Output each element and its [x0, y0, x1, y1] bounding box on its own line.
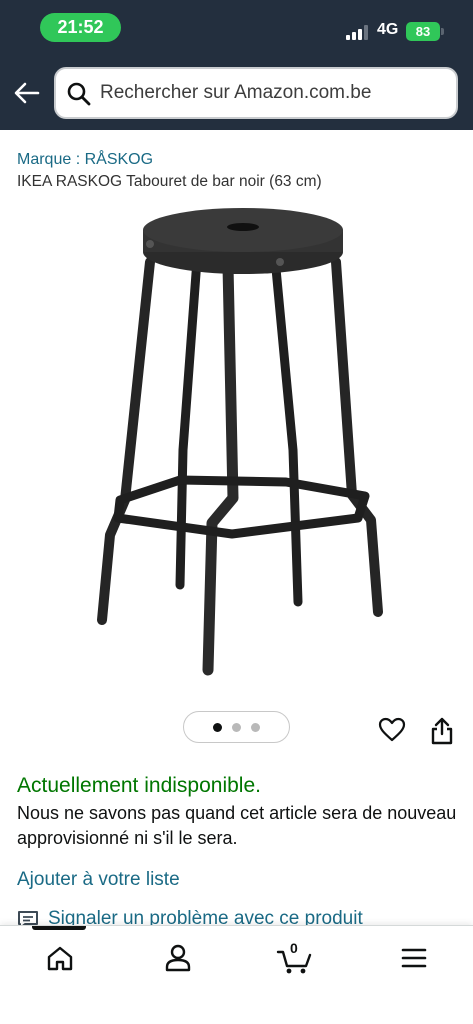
brand-link[interactable]: Marque : RÅSKOG [17, 151, 153, 169]
pagination-dot[interactable] [232, 723, 241, 732]
search-input[interactable] [100, 69, 450, 117]
home-icon[interactable] [40, 940, 80, 976]
menu-icon[interactable] [394, 940, 434, 976]
search-icon [67, 82, 91, 106]
product-image[interactable] [80, 200, 400, 690]
pagination-dot[interactable] [251, 723, 260, 732]
status-bar: 21:52 4G 83 [0, 0, 473, 56]
network-type: 4G [377, 21, 399, 38]
signal-icon [346, 24, 370, 40]
bottom-navigation: 0 [0, 925, 473, 1024]
add-to-list-link[interactable]: Ajouter à votre liste [17, 869, 180, 891]
image-pagination[interactable] [183, 711, 290, 743]
pagination-dot-active[interactable] [213, 723, 222, 732]
cart-count: 0 [290, 940, 298, 956]
account-icon[interactable] [158, 940, 198, 976]
availability-description: Nous ne savons pas quand cet article ser… [17, 803, 457, 848]
status-time: 21:52 [40, 13, 121, 42]
battery-tip [441, 28, 444, 35]
cart-button[interactable]: 0 [275, 940, 315, 976]
app-header: 21:52 4G 83 [0, 0, 473, 130]
product-title: IKEA RASKOG Tabouret de bar noir (63 cm) [17, 173, 322, 190]
active-tab-indicator [32, 926, 86, 930]
search-bar[interactable] [54, 67, 458, 119]
battery-icon: 83 [406, 22, 440, 41]
heart-icon[interactable] [378, 716, 406, 744]
back-arrow-icon[interactable] [12, 78, 42, 108]
share-icon[interactable] [428, 716, 456, 746]
availability-status: Actuellement indisponible. [17, 774, 261, 797]
